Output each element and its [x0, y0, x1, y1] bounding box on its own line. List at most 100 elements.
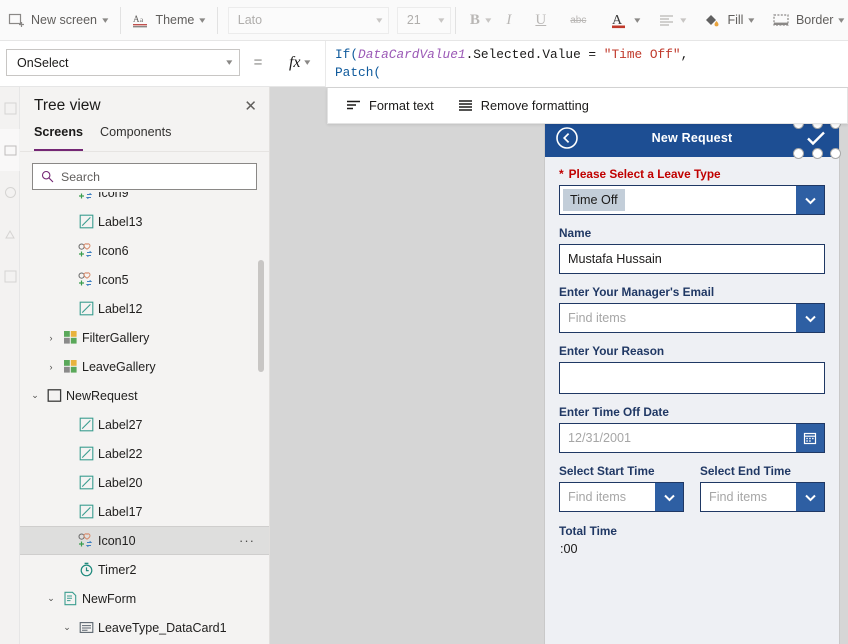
- border-button[interactable]: Border ▾: [758, 4, 848, 36]
- chevron-down-icon[interactable]: ▾: [635, 15, 641, 26]
- new-screen-button[interactable]: New screen ▾: [0, 4, 116, 36]
- rail-item-4[interactable]: [0, 213, 20, 255]
- close-icon[interactable]: ✕: [244, 99, 257, 114]
- tree-scrollbar[interactable]: [258, 260, 264, 372]
- leave-type-combobox[interactable]: Time Off: [559, 185, 825, 215]
- tree-item-leavetype_datacard1[interactable]: ⌄ LeaveType_DataCard1: [20, 613, 269, 642]
- name-label: Name: [559, 226, 592, 240]
- align-button[interactable]: ▾: [644, 4, 690, 36]
- remove-formatting-button[interactable]: Remove formatting: [458, 98, 589, 113]
- tree-item-label: Label20: [98, 475, 143, 490]
- total-time-label: Total Time: [559, 524, 617, 538]
- manager-email-combobox[interactable]: Find items: [559, 303, 825, 333]
- expand-caret-icon[interactable]: ›: [44, 362, 58, 372]
- back-chevron-icon[interactable]: [555, 126, 579, 150]
- end-time-combobox[interactable]: Find items: [700, 482, 825, 512]
- app-form: * Please Select a Leave Type Time Off Na…: [545, 157, 839, 556]
- tab-screens[interactable]: Screens: [34, 125, 84, 151]
- chevron-down-icon[interactable]: ▾: [839, 15, 845, 26]
- chevron-down-icon[interactable]: ▾: [439, 15, 445, 26]
- tree-item-label: Icon9: [98, 192, 129, 200]
- time-range-row: Select Start Time Find items Select End …: [559, 464, 825, 512]
- rail-item-3[interactable]: [0, 171, 20, 213]
- tree-item-icon6[interactable]: Icon6: [20, 236, 269, 265]
- chevron-down-icon[interactable]: ▾: [485, 15, 491, 26]
- tree-scrollbar-thumb[interactable]: [258, 260, 264, 372]
- name-input[interactable]: Mustafa Hussain: [559, 244, 825, 274]
- fill-button[interactable]: Fill ▾: [689, 4, 758, 36]
- format-text-button[interactable]: Format text: [346, 98, 434, 113]
- formula-input[interactable]: If(DataCardValue1.Selected.Value = "Time…: [325, 41, 848, 87]
- font-family-select[interactable]: Lato ▾: [227, 6, 389, 34]
- tree-item-timer2[interactable]: Timer2: [20, 555, 269, 584]
- leave-type-dropdown-button[interactable]: [796, 186, 824, 214]
- tree-item-label: Label27: [98, 417, 143, 432]
- chevron-down-icon[interactable]: ▾: [304, 57, 310, 68]
- font-size-select[interactable]: 21 ▾: [396, 6, 451, 34]
- tree-item-newform[interactable]: ⌄ NewForm: [20, 584, 269, 613]
- tree-item-icon9[interactable]: Icon9: [20, 192, 269, 207]
- search-input[interactable]: [61, 169, 248, 184]
- app-preview: New Request * Please Select a Leave Type: [544, 117, 841, 644]
- rail-item-tree-view[interactable]: [0, 129, 20, 171]
- expand-caret-icon[interactable]: ⌄: [44, 593, 58, 604]
- italic-button[interactable]: I: [494, 4, 523, 36]
- resize-handle-bc[interactable]: [812, 147, 823, 159]
- time-off-date-picker[interactable]: 12/31/2001: [559, 423, 825, 453]
- tree-item-newrequest[interactable]: ⌄ NewRequest: [20, 381, 269, 410]
- resize-handle-br[interactable]: [829, 147, 841, 159]
- new-screen-label: New screen: [31, 13, 97, 27]
- tree-item-leavegallery[interactable]: › LeaveGallery: [20, 352, 269, 381]
- chevron-down-icon[interactable]: ▾: [200, 15, 206, 26]
- start-time-placeholder: Find items: [568, 490, 627, 504]
- expand-caret-icon[interactable]: ⌄: [60, 622, 74, 633]
- font-color-button[interactable]: A ▾: [598, 4, 644, 36]
- theme-button[interactable]: Aa Theme ▾: [124, 4, 212, 36]
- tree-item-label17[interactable]: Label17: [20, 497, 269, 526]
- search-box[interactable]: [32, 163, 257, 190]
- chevron-down-icon[interactable]: ▾: [102, 15, 108, 26]
- tree-item-icon5[interactable]: Icon5: [20, 265, 269, 294]
- tree-item-label13[interactable]: Label13: [20, 207, 269, 236]
- rail-item-1[interactable]: [0, 87, 20, 129]
- start-time-combobox[interactable]: Find items: [559, 482, 684, 512]
- font-color-icon: A: [610, 11, 629, 30]
- field-leave-type: * Please Select a Leave Type Time Off: [559, 167, 825, 215]
- bold-button[interactable]: B ▾: [460, 4, 495, 36]
- tree-scroll-area[interactable]: Icon9 Label13 Icon6 Icon5 Label12 › FilterGall…: [20, 192, 269, 644]
- manager-email-dropdown-button[interactable]: [796, 304, 824, 332]
- underline-button[interactable]: U: [523, 4, 558, 36]
- property-select[interactable]: OnSelect ▾: [6, 49, 240, 76]
- start-time-dropdown-button[interactable]: [655, 483, 683, 511]
- rail-item-5[interactable]: [0, 255, 20, 297]
- strikethrough-button[interactable]: abc: [558, 4, 598, 36]
- tree-item-label22[interactable]: Label22: [20, 439, 269, 468]
- tab-components[interactable]: Components: [100, 125, 171, 151]
- font-size-value: 21: [406, 13, 421, 27]
- field-manager-email: Enter Your Manager's Email Find items: [559, 285, 825, 333]
- tree-item-icon: [74, 243, 98, 258]
- chevron-down-icon[interactable]: ▾: [680, 15, 686, 26]
- chevron-down-icon[interactable]: ▾: [227, 57, 233, 68]
- more-options-icon[interactable]: ···: [239, 533, 255, 548]
- expand-caret-icon[interactable]: ⌄: [28, 390, 42, 401]
- expand-caret-icon[interactable]: ›: [44, 333, 58, 343]
- reason-input[interactable]: [559, 362, 825, 394]
- calendar-icon[interactable]: [796, 424, 824, 452]
- end-time-dropdown-button[interactable]: [796, 483, 824, 511]
- field-end-time: Select End Time Find items: [700, 464, 825, 512]
- tree-item-label12[interactable]: Label12: [20, 294, 269, 323]
- strikethrough-icon: abc: [570, 14, 587, 26]
- tree-item-label20[interactable]: Label20: [20, 468, 269, 497]
- tree-item-list: Icon9 Label13 Icon6 Icon5 Label12 › FilterGall…: [20, 192, 269, 642]
- tree-item-label27[interactable]: Label27: [20, 410, 269, 439]
- border-icon: [772, 11, 790, 29]
- chevron-down-icon[interactable]: ▾: [749, 15, 755, 26]
- chevron-down-icon[interactable]: ▾: [376, 15, 382, 26]
- formula-token-if: If(: [335, 47, 359, 62]
- resize-handle-bl[interactable]: [792, 147, 804, 159]
- fx-button[interactable]: fx ▾: [276, 49, 322, 76]
- tree-item-filtergallery[interactable]: › FilterGallery: [20, 323, 269, 352]
- leave-type-selected-pill[interactable]: Time Off: [563, 189, 625, 211]
- tree-item-icon10[interactable]: Icon10 ···: [20, 526, 269, 555]
